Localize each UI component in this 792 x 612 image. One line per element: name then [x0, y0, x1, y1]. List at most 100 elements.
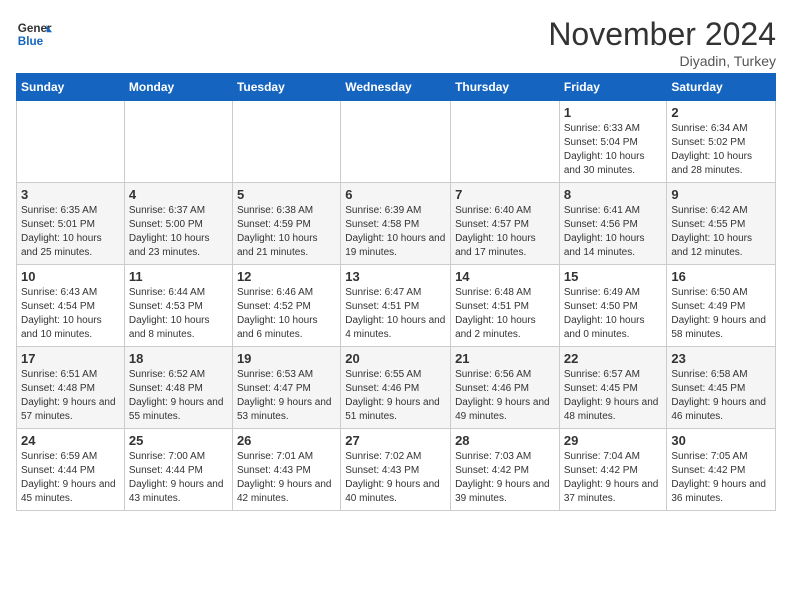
cell-content: Sunrise: 6:43 AM Sunset: 4:54 PM Dayligh… — [21, 286, 120, 342]
day-number: 5 — [237, 187, 336, 202]
day-number: 4 — [129, 187, 228, 202]
calendar-cell: 5 Sunrise: 6:38 AM Sunset: 4:59 PM Daylig… — [232, 183, 340, 265]
cell-content: Sunrise: 6:35 AM Sunset: 5:01 PM Dayligh… — [21, 204, 120, 260]
cell-content: Sunrise: 6:37 AM Sunset: 5:00 PM Dayligh… — [129, 204, 228, 260]
cell-content: Sunrise: 6:59 AM Sunset: 4:44 PM Dayligh… — [21, 450, 120, 506]
cell-content: Sunrise: 6:41 AM Sunset: 4:56 PM Dayligh… — [564, 204, 663, 260]
cell-content: Sunrise: 6:38 AM Sunset: 4:59 PM Dayligh… — [237, 204, 336, 260]
calendar-cell: 27 Sunrise: 7:02 AM Sunset: 4:43 PM Dayli… — [341, 429, 451, 511]
day-number: 2 — [671, 105, 771, 120]
calendar-cell: 3 Sunrise: 6:35 AM Sunset: 5:01 PM Daylig… — [17, 183, 125, 265]
day-number: 6 — [345, 187, 446, 202]
day-number: 24 — [21, 433, 120, 448]
cell-content: Sunrise: 6:40 AM Sunset: 4:57 PM Dayligh… — [455, 204, 555, 260]
cell-content: Sunrise: 6:48 AM Sunset: 4:51 PM Dayligh… — [455, 286, 555, 342]
day-number: 10 — [21, 269, 120, 284]
cell-content: Sunrise: 7:01 AM Sunset: 4:43 PM Dayligh… — [237, 450, 336, 506]
cell-content: Sunrise: 6:33 AM Sunset: 5:04 PM Dayligh… — [564, 122, 663, 178]
calendar-cell: 28Sunrise: 7:03 AM Sunset: 4:42 PM Dayli… — [451, 429, 560, 511]
day-number: 30 — [671, 433, 771, 448]
calendar-cell: 13 Sunrise: 6:47 AM Sunset: 4:51 PM Dayli… — [341, 265, 451, 347]
day-number: 22 — [564, 351, 663, 366]
day-number: 27 — [345, 433, 446, 448]
calendar-cell: 4 Sunrise: 6:37 AM Sunset: 5:00 PM Daylig… — [124, 183, 232, 265]
day-number: 18 — [129, 351, 228, 366]
calendar-week-2: 3 Sunrise: 6:35 AM Sunset: 5:01 PM Daylig… — [17, 183, 776, 265]
day-number: 17 — [21, 351, 120, 366]
calendar-cell: 24 Sunrise: 6:59 AM Sunset: 4:44 PM Dayli… — [17, 429, 125, 511]
logo-icon: General Blue — [16, 16, 52, 52]
calendar-cell — [124, 101, 232, 183]
calendar-cell: 11Sunrise: 6:44 AM Sunset: 4:53 PM Dayli… — [124, 265, 232, 347]
calendar-header-row: SundayMondayTuesdayWednesdayThursdayFrid… — [17, 74, 776, 101]
cell-content: Sunrise: 6:47 AM Sunset: 4:51 PM Dayligh… — [345, 286, 446, 342]
calendar-cell: 30 Sunrise: 7:05 AM Sunset: 4:42 PM Dayli… — [667, 429, 776, 511]
calendar-cell: 16 Sunrise: 6:50 AM Sunset: 4:49 PM Dayli… — [667, 265, 776, 347]
calendar-cell: 14 Sunrise: 6:48 AM Sunset: 4:51 PM Dayli… — [451, 265, 560, 347]
day-number: 29 — [564, 433, 663, 448]
day-number: 8 — [564, 187, 663, 202]
cell-content: Sunrise: 6:49 AM Sunset: 4:50 PM Dayligh… — [564, 286, 663, 342]
cell-content: Sunrise: 7:04 AM Sunset: 4:42 PM Dayligh… — [564, 450, 663, 506]
day-number: 19 — [237, 351, 336, 366]
page-header: General Blue November 2024 Diyadin, Turk… — [16, 16, 776, 69]
calendar-cell — [451, 101, 560, 183]
cell-content: Sunrise: 7:00 AM Sunset: 4:44 PM Dayligh… — [129, 450, 228, 506]
day-number: 14 — [455, 269, 555, 284]
calendar-cell: 10 Sunrise: 6:43 AM Sunset: 4:54 PM Dayli… — [17, 265, 125, 347]
day-number: 25 — [129, 433, 228, 448]
cell-content: Sunrise: 6:50 AM Sunset: 4:49 PM Dayligh… — [671, 286, 771, 342]
day-header-thursday: Thursday — [451, 74, 560, 101]
day-header-sunday: Sunday — [17, 74, 125, 101]
day-number: 12 — [237, 269, 336, 284]
cell-content: Sunrise: 6:53 AM Sunset: 4:47 PM Dayligh… — [237, 368, 336, 424]
cell-content: Sunrise: 6:51 AM Sunset: 4:48 PM Dayligh… — [21, 368, 120, 424]
day-number: 13 — [345, 269, 446, 284]
cell-content: Sunrise: 7:03 AM Sunset: 4:42 PM Dayligh… — [455, 450, 555, 506]
calendar-cell: 22Sunrise: 6:57 AM Sunset: 4:45 PM Dayli… — [559, 347, 667, 429]
calendar-week-1: 1 Sunrise: 6:33 AM Sunset: 5:04 PM Daylig… — [17, 101, 776, 183]
calendar-cell: 19 Sunrise: 6:53 AM Sunset: 4:47 PM Dayli… — [232, 347, 340, 429]
cell-content: Sunrise: 7:05 AM Sunset: 4:42 PM Dayligh… — [671, 450, 771, 506]
location: Diyadin, Turkey — [548, 53, 776, 69]
cell-content: Sunrise: 6:56 AM Sunset: 4:46 PM Dayligh… — [455, 368, 555, 424]
calendar-week-5: 24 Sunrise: 6:59 AM Sunset: 4:44 PM Dayli… — [17, 429, 776, 511]
calendar-cell: 20 Sunrise: 6:55 AM Sunset: 4:46 PM Dayli… — [341, 347, 451, 429]
day-number: 21 — [455, 351, 555, 366]
calendar-cell: 29 Sunrise: 7:04 AM Sunset: 4:42 PM Dayli… — [559, 429, 667, 511]
day-number: 1 — [564, 105, 663, 120]
logo: General Blue — [16, 16, 52, 52]
title-area: November 2024 Diyadin, Turkey — [548, 16, 776, 69]
calendar-cell: 25 Sunrise: 7:00 AM Sunset: 4:44 PM Dayli… — [124, 429, 232, 511]
day-header-friday: Friday — [559, 74, 667, 101]
calendar-cell: 12Sunrise: 6:46 AM Sunset: 4:52 PM Dayli… — [232, 265, 340, 347]
day-number: 9 — [671, 187, 771, 202]
calendar-cell: 18Sunrise: 6:52 AM Sunset: 4:48 PM Dayli… — [124, 347, 232, 429]
calendar-cell: 8 Sunrise: 6:41 AM Sunset: 4:56 PM Daylig… — [559, 183, 667, 265]
svg-text:Blue: Blue — [18, 35, 44, 48]
day-number: 20 — [345, 351, 446, 366]
day-header-wednesday: Wednesday — [341, 74, 451, 101]
cell-content: Sunrise: 6:44 AM Sunset: 4:53 PM Dayligh… — [129, 286, 228, 342]
calendar-cell: 2Sunrise: 6:34 AM Sunset: 5:02 PM Daylig… — [667, 101, 776, 183]
day-number: 7 — [455, 187, 555, 202]
cell-content: Sunrise: 6:55 AM Sunset: 4:46 PM Dayligh… — [345, 368, 446, 424]
day-number: 23 — [671, 351, 771, 366]
day-number: 16 — [671, 269, 771, 284]
day-number: 3 — [21, 187, 120, 202]
calendar-week-4: 17 Sunrise: 6:51 AM Sunset: 4:48 PM Dayli… — [17, 347, 776, 429]
calendar-cell: 7 Sunrise: 6:40 AM Sunset: 4:57 PM Daylig… — [451, 183, 560, 265]
cell-content: Sunrise: 6:58 AM Sunset: 4:45 PM Dayligh… — [671, 368, 771, 424]
calendar-cell — [17, 101, 125, 183]
calendar-week-3: 10 Sunrise: 6:43 AM Sunset: 4:54 PM Dayli… — [17, 265, 776, 347]
day-header-saturday: Saturday — [667, 74, 776, 101]
calendar-table: SundayMondayTuesdayWednesdayThursdayFrid… — [16, 73, 776, 511]
cell-content: Sunrise: 7:02 AM Sunset: 4:43 PM Dayligh… — [345, 450, 446, 506]
cell-content: Sunrise: 6:39 AM Sunset: 4:58 PM Dayligh… — [345, 204, 446, 260]
calendar-cell: 26Sunrise: 7:01 AM Sunset: 4:43 PM Dayli… — [232, 429, 340, 511]
calendar-cell — [232, 101, 340, 183]
day-header-monday: Monday — [124, 74, 232, 101]
calendar-cell: 15Sunrise: 6:49 AM Sunset: 4:50 PM Dayli… — [559, 265, 667, 347]
calendar-cell: 1 Sunrise: 6:33 AM Sunset: 5:04 PM Daylig… — [559, 101, 667, 183]
calendar-cell — [341, 101, 451, 183]
